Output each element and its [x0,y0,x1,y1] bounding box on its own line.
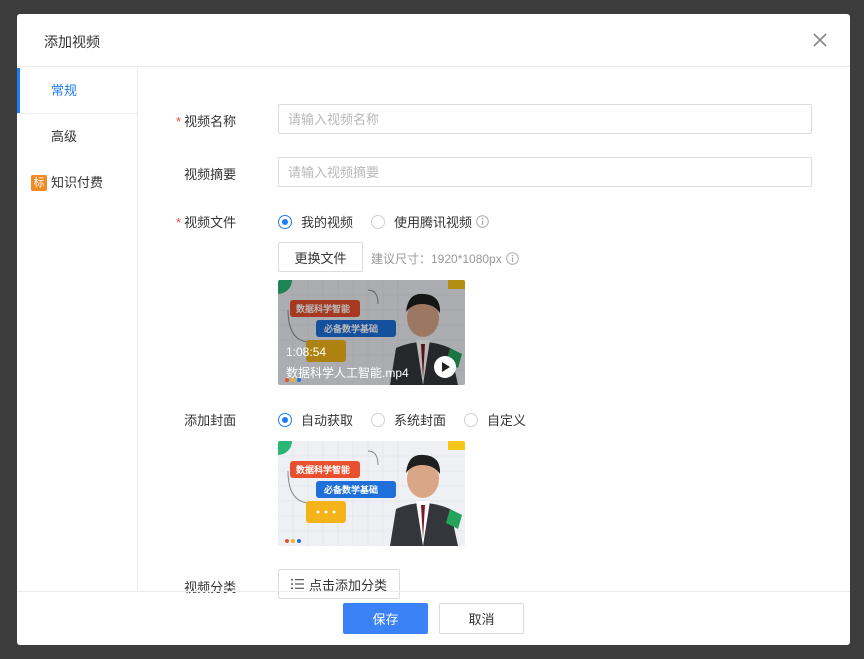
video-file-label: * 视频文件 [176,215,237,230]
nav-item-general[interactable]: 常规 [17,68,137,114]
paid-badge-icon: 标 [31,175,47,191]
nav-item-paid-knowledge[interactable]: 标 知识付费 [17,160,137,206]
cover-label: *添加封面 [184,413,237,428]
video-name-label: * 视频名称 [176,114,237,129]
list-icon [290,579,304,589]
radio-tencent-video[interactable]: 使用腾讯视频 [371,212,489,231]
video-preview[interactable]: 数据科学智能 必备数学基础 1:08:54 数据科学人工智能.mp4 [278,280,465,385]
dialog-title: 添加视频 [44,34,100,50]
cover-tag-2: 必备数学基础 [323,484,378,495]
video-duration: 1:08:54 [286,345,327,359]
nav-item-label: 常规 [51,83,78,98]
video-summary-label: *视频摘要 [184,167,237,182]
form-content: *视频名称 *视频摘要 *视频文件 我的视频 使用腾讯视频 [139,68,850,599]
video-summary-input[interactable] [278,157,812,187]
cover-tag-1: 数据科学智能 [296,464,350,475]
side-nav: 常规 高级 标 知识付费 [17,68,138,591]
dialog-footer: 保存 取消 [17,591,850,645]
radio-checked-icon [278,214,292,229]
radio-auto-cover[interactable]: 自动获取 [278,410,353,429]
nav-item-label: 知识付费 [51,175,104,190]
radio-my-video[interactable]: 我的视频 [278,212,353,231]
cover-image: 数据科学智能 必备数学基础 [278,441,465,546]
cancel-button[interactable]: 取消 [439,603,524,634]
video-name-input[interactable] [278,104,812,134]
nav-item-label: 高级 [51,129,78,144]
size-hint: 建议尺寸：1920*1080px [371,250,519,267]
radio-custom-cover[interactable]: 自定义 [464,410,526,429]
add-video-dialog: 添加视频 常规 高级 标 知识付费 *视频名称 *视频摘要 *视频文件 [17,14,850,645]
replace-file-button[interactable]: 更换文件 [278,242,363,272]
radio-checked-icon [278,412,292,427]
play-icon[interactable] [434,356,456,378]
radio-system-cover[interactable]: 系统封面 [371,410,446,429]
dialog-header: 添加视频 [17,14,850,67]
radio-unchecked-icon [371,214,386,229]
save-button[interactable]: 保存 [343,603,428,634]
info-icon[interactable] [505,252,519,265]
close-icon[interactable] [808,28,832,52]
video-source-radio-group: 我的视频 使用腾讯视频 [278,212,507,231]
radio-unchecked-icon [371,412,386,427]
cover-radio-group: 自动获取 系统封面 自定义 [278,410,544,429]
video-filename: 数据科学人工智能.mp4 [286,366,409,380]
cover-preview: 数据科学智能 必备数学基础 [278,441,465,546]
info-icon[interactable] [476,215,489,228]
radio-unchecked-icon [464,412,479,427]
nav-item-advanced[interactable]: 高级 [17,114,137,160]
